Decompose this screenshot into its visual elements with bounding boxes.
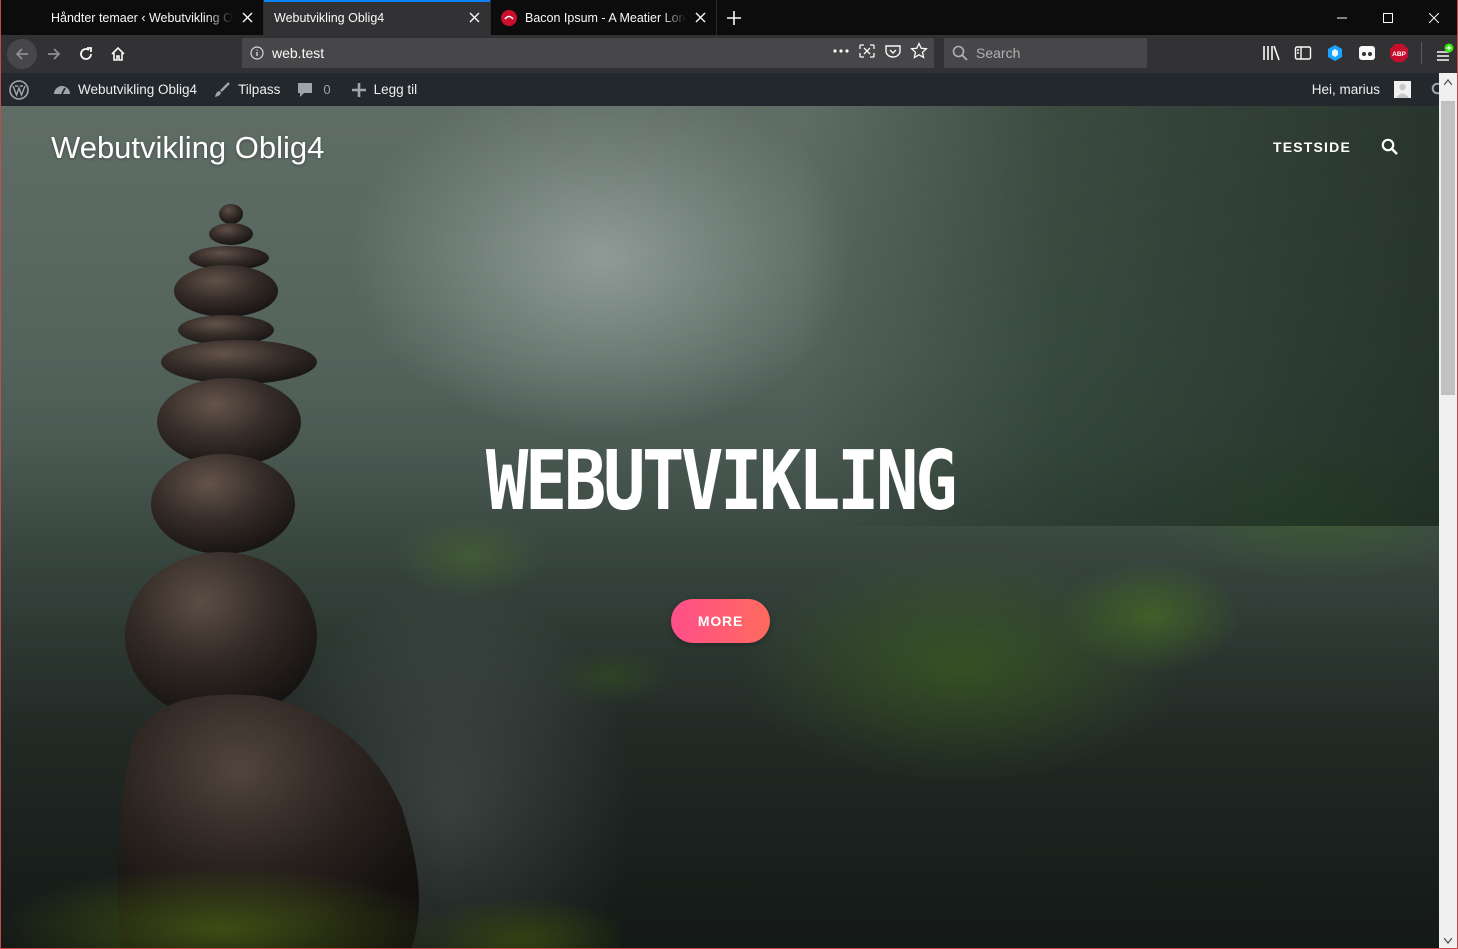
wp-logo-menu[interactable]: [1, 73, 37, 106]
hexagon-extension-icon: [1328, 45, 1342, 61]
more-button[interactable]: MORE: [671, 599, 770, 643]
search-icon: [1381, 138, 1398, 155]
library-icon: [1263, 45, 1280, 61]
tab-webutvikling-oblig4[interactable]: Webutvikling Oblig4: [264, 0, 491, 35]
url-text[interactable]: web.test: [272, 45, 832, 61]
close-tab-icon[interactable]: [239, 10, 255, 26]
dashboard-icon: [54, 85, 70, 94]
arrow-left-icon: [15, 48, 28, 60]
wp-comments-link[interactable]: 0: [288, 73, 338, 106]
svg-text:ABP: ABP: [1392, 51, 1406, 58]
wp-new-label: Legg til: [373, 82, 418, 97]
arrow-right-icon: [48, 48, 61, 60]
close-window-button[interactable]: [1411, 0, 1457, 35]
pocket-icon[interactable]: [884, 43, 902, 64]
hero-title: WEBUTVIKLING: [485, 434, 958, 529]
minimize-button[interactable]: [1319, 0, 1365, 35]
wp-customize-label: Tilpass: [238, 82, 281, 97]
screenshot-icon[interactable]: [858, 43, 876, 64]
maximize-button[interactable]: [1365, 0, 1411, 35]
toolbar-right: ABP: [1257, 39, 1457, 67]
abp-icon: ABP: [1390, 44, 1408, 62]
plus-icon: [727, 10, 741, 25]
home-icon: [111, 46, 125, 61]
wp-customize-link[interactable]: Tilpass: [205, 73, 288, 106]
navigation-toolbar: web.test Search ABP: [1, 35, 1457, 73]
close-tab-icon[interactable]: [692, 10, 708, 26]
extension-hexagon-button[interactable]: [1321, 39, 1349, 67]
close-icon: [1429, 12, 1439, 23]
back-button[interactable]: [7, 39, 37, 69]
search-input[interactable]: [976, 45, 1136, 61]
toolbar-separator: [1421, 42, 1422, 64]
site-title[interactable]: Webutvikling Oblig4: [51, 130, 324, 166]
tab-strip-spacer: [1, 0, 41, 35]
comment-icon: [298, 82, 313, 97]
browser-window: Håndter temaer ‹ Webutvikling Oblig4 Web…: [0, 0, 1458, 949]
brush-icon: [215, 81, 230, 97]
window-controls: [1319, 0, 1457, 35]
user-avatar-icon: [1394, 81, 1411, 98]
tab-bacon-ipsum[interactable]: Bacon Ipsum - A Meatier Lorem Ipsum Gene…: [491, 0, 717, 35]
info-icon[interactable]: [242, 46, 272, 60]
scroll-down-arrow[interactable]: [1439, 932, 1457, 948]
page-actions: [832, 41, 934, 65]
adblock-plus-button[interactable]: ABP: [1385, 39, 1413, 67]
avatar: [1394, 81, 1411, 98]
wp-account-menu[interactable]: Hei, marius: [1304, 73, 1425, 106]
nav-item-testside[interactable]: TESTSIDE: [1273, 139, 1351, 155]
tab-title: Bacon Ipsum - A Meatier Lorem Ipsum Gene…: [525, 10, 686, 25]
chevron-up-icon: [1444, 78, 1452, 85]
library-button[interactable]: [1257, 39, 1285, 67]
tab-handter-temaer[interactable]: Håndter temaer ‹ Webutvikling Oblig4: [41, 0, 264, 35]
wp-comments-count: 0: [323, 82, 331, 97]
new-tab-button[interactable]: [717, 0, 751, 35]
tab-title: Webutvikling Oblig4: [274, 10, 385, 25]
plus-icon: [351, 82, 366, 97]
scroll-up-arrow[interactable]: [1439, 73, 1457, 90]
wordpress-logo-icon: [9, 79, 29, 100]
hamburger-menu-icon: [1437, 43, 1454, 61]
scroll-thumb[interactable]: [1441, 101, 1455, 395]
url-bar[interactable]: web.test: [242, 38, 934, 68]
page-actions-menu-icon[interactable]: [832, 44, 850, 63]
search-bar[interactable]: [944, 38, 1147, 68]
wp-site-name: Webutvikling Oblig4: [78, 82, 198, 97]
tab-strip: Håndter temaer ‹ Webutvikling Oblig4 Web…: [1, 0, 1457, 35]
bacon-favicon-icon: [501, 9, 517, 26]
wp-greeting: Hei, marius: [1311, 82, 1380, 97]
page-scrollbar[interactable]: [1439, 73, 1457, 948]
minimize-icon: [1337, 17, 1347, 18]
tab-title: Håndter temaer ‹ Webutvikling Oblig4: [51, 10, 233, 25]
reload-icon: [80, 47, 92, 60]
close-tab-icon[interactable]: [466, 10, 482, 26]
hero-section: Webutvikling Oblig4 TESTSIDE WEBUTVIKLIN…: [1, 106, 1439, 948]
wp-new-content-menu[interactable]: Legg til: [343, 73, 426, 106]
mask-extension-icon: [1359, 46, 1375, 60]
wp-admin-bar-right: Hei, marius: [1304, 73, 1457, 106]
search-icon: [952, 45, 968, 61]
forward-button[interactable]: [39, 39, 69, 69]
site-search-button[interactable]: [1381, 138, 1399, 156]
menu-button[interactable]: [1430, 39, 1457, 67]
maximize-icon: [1383, 12, 1393, 23]
wp-admin-bar: Webutvikling Oblig4 Tilpass 0 Legg til H…: [1, 73, 1457, 106]
home-button[interactable]: [103, 39, 133, 69]
wp-site-name-menu[interactable]: Webutvikling Oblig4: [45, 73, 205, 106]
bookmark-star-icon[interactable]: [910, 41, 928, 65]
sidebar-icon: [1294, 46, 1312, 60]
sidebar-button[interactable]: [1289, 39, 1317, 67]
reload-button[interactable]: [71, 39, 101, 69]
chevron-down-icon: [1444, 937, 1452, 944]
extension-mask-button[interactable]: [1353, 39, 1381, 67]
